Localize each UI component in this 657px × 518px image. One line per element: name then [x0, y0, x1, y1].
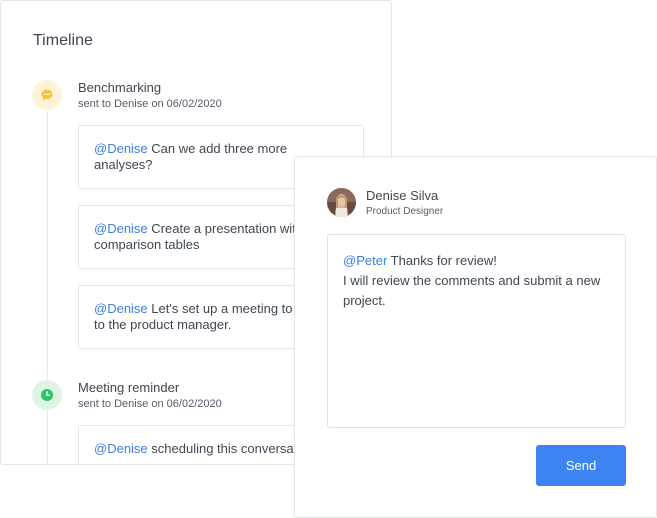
event-title: Meeting reminder: [78, 380, 180, 395]
event-meta: sent to Denise on 06/02/2020: [78, 98, 222, 110]
mention-link[interactable]: @Denise: [94, 221, 148, 236]
mention-link[interactable]: @Denise: [94, 441, 148, 456]
timeline-connector: [47, 111, 48, 464]
clock-icon: [32, 380, 62, 410]
reply-text-line: Thanks for review!: [387, 253, 497, 268]
user-role: Product Designer: [366, 206, 444, 217]
reply-textarea[interactable]: @Peter Thanks for review! I will review …: [327, 234, 626, 428]
message-text: scheduling this conversation: [147, 441, 315, 456]
page: Timeline Benchmarking sent to Denise on …: [0, 0, 657, 518]
mention-link[interactable]: @Peter: [343, 253, 387, 268]
reply-text-line: I will review the comments and submit a …: [343, 273, 601, 308]
event-meta: sent to Denise on 06/02/2020: [78, 398, 222, 410]
avatar: [327, 188, 356, 217]
send-button[interactable]: Send: [536, 445, 626, 486]
event-title: Benchmarking: [78, 80, 162, 95]
chat-bubble-icon: [32, 80, 62, 110]
mention-link[interactable]: @Denise: [94, 141, 148, 156]
timeline-title: Timeline: [33, 32, 93, 49]
user-name: Denise Silva: [366, 188, 439, 203]
reply-card: Denise Silva Product Designer @Peter Tha…: [294, 156, 657, 518]
mention-link[interactable]: @Denise: [94, 301, 148, 316]
